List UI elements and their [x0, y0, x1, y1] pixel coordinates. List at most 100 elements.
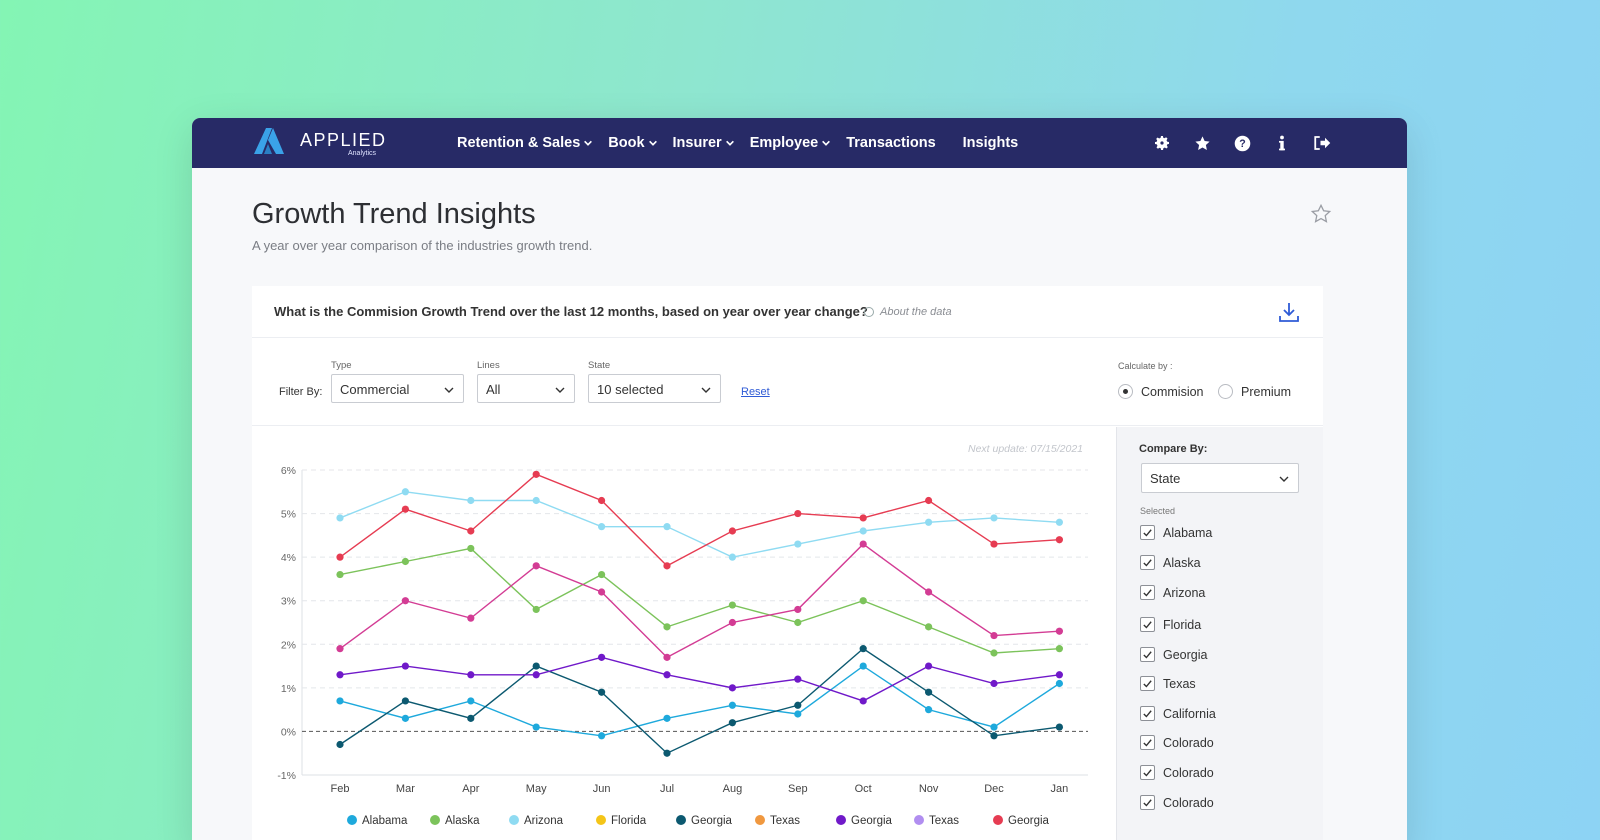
checkbox-item[interactable]: Florida — [1140, 617, 1201, 632]
data-point — [336, 740, 344, 749]
line-chart: 6% 5% 4% 3% 2% 1% 0% -1% Feb Mar Apr May Jun Jul Aug Se… — [277, 465, 1088, 827]
checkbox-checked-icon — [1140, 555, 1155, 570]
type-value: Commercial — [340, 382, 410, 397]
y-tick-label: 3% — [281, 596, 296, 608]
info-icon[interactable] — [1272, 133, 1292, 153]
x-tick-label: Jul — [660, 783, 674, 795]
nav-item-retention-sales[interactable]: Retention & Sales — [457, 135, 593, 151]
nav-item-insights[interactable]: Insights — [963, 135, 1019, 151]
nav-menu: Retention & Sales Book Insurer Employee Tran… — [457, 118, 1045, 168]
state-select[interactable]: 10 selected — [588, 374, 721, 403]
nav-item-book[interactable]: Book — [608, 135, 657, 151]
data-point — [794, 675, 802, 683]
data-point — [336, 671, 344, 679]
insight-card: What is the Commision Growth Trend over … — [252, 286, 1323, 840]
chevron-down-icon — [701, 387, 711, 393]
star-icon[interactable] — [1192, 133, 1212, 153]
legend-label: Georgia — [1008, 815, 1050, 827]
radio-premium[interactable]: Premium — [1218, 384, 1291, 399]
checkbox-item[interactable]: Colorado — [1140, 795, 1214, 810]
lines-select[interactable]: All — [477, 374, 575, 403]
data-point — [859, 527, 867, 535]
type-select[interactable]: Commercial — [331, 374, 464, 403]
data-point — [401, 557, 409, 566]
data-point — [859, 540, 867, 548]
data-point — [728, 701, 736, 709]
data-point — [1055, 627, 1063, 635]
checkbox-item[interactable]: Texas — [1140, 676, 1196, 691]
checkbox-item[interactable]: Alaska — [1140, 555, 1201, 570]
data-point — [467, 697, 475, 705]
data-point — [990, 514, 998, 522]
brand-logo[interactable]: APPLIED Analytics — [254, 126, 394, 160]
lines-label: Lines — [477, 360, 500, 371]
favorite-star-icon[interactable] — [1310, 203, 1332, 225]
series-line — [339, 491, 1060, 558]
nav-item-label: Transactions — [846, 135, 936, 151]
x-tick-label: Jun — [593, 783, 611, 795]
data-point — [401, 597, 409, 605]
checkbox-item[interactable]: Colorado — [1140, 735, 1214, 750]
page-subtitle: A year over year comparison of the indus… — [252, 238, 593, 253]
data-point — [925, 662, 933, 670]
nav-item-insurer[interactable]: Insurer — [673, 135, 735, 151]
chevron-down-icon — [444, 387, 454, 393]
legend-swatch — [993, 815, 1003, 825]
data-point — [532, 562, 540, 570]
data-point — [859, 597, 867, 605]
checkbox-item[interactable]: Colorado — [1140, 765, 1214, 780]
series-line — [339, 656, 1060, 702]
checkbox-item[interactable]: California — [1140, 706, 1216, 721]
data-point — [728, 527, 736, 535]
x-tick-label: Aug — [723, 783, 743, 795]
x-tick-label: Apr — [462, 783, 479, 795]
radio-commision[interactable]: Commision — [1118, 384, 1204, 399]
gear-icon[interactable] — [1152, 133, 1172, 153]
checkbox-item[interactable]: Georgia — [1140, 647, 1207, 662]
reset-link[interactable]: Reset — [741, 386, 770, 398]
logout-icon[interactable] — [1312, 133, 1332, 153]
data-point — [532, 671, 540, 679]
legend-label: Georgia — [851, 815, 893, 827]
nav-item-label: Employee — [749, 135, 819, 151]
state-value: 10 selected — [597, 382, 664, 397]
data-point — [990, 540, 998, 548]
data-point — [467, 527, 475, 535]
chevron-down-icon — [648, 140, 657, 146]
data-point — [401, 697, 409, 705]
data-point — [663, 671, 671, 679]
y-tick-label: 5% — [281, 509, 296, 521]
data-point — [1055, 536, 1063, 544]
state-label: State — [588, 360, 611, 371]
data-point — [1055, 645, 1063, 653]
filter-row: Filter By: Type Commercial Lines All Sta… — [252, 338, 1323, 426]
data-point — [467, 671, 475, 679]
data-point — [532, 496, 540, 505]
nav-icons: ? — [1152, 118, 1352, 168]
nav-item-employee[interactable]: Employee — [750, 135, 832, 151]
legend-swatch — [509, 815, 519, 825]
checkbox-label: Texas — [1163, 676, 1196, 691]
chevron-down-icon — [725, 140, 734, 146]
data-point — [990, 723, 998, 731]
data-point — [859, 662, 867, 670]
x-tick-label: Dec — [984, 783, 1004, 795]
legend-swatch — [676, 815, 686, 825]
data-point — [336, 570, 344, 579]
checkbox-item[interactable]: Alabama — [1140, 525, 1212, 540]
data-point — [467, 614, 475, 622]
checkbox-item[interactable]: Arizona — [1140, 585, 1205, 600]
nav-item-transactions[interactable]: Transactions — [846, 135, 935, 151]
compare-select[interactable]: State — [1141, 463, 1299, 493]
data-point — [794, 701, 802, 709]
chart-area: Next update: 07/15/2021 6% 5% 4% 3% 2% 1% 0% -1… — [252, 427, 1116, 840]
checkbox-checked-icon — [1140, 525, 1155, 540]
about-data-link[interactable]: About the data — [864, 306, 952, 318]
data-point — [532, 662, 540, 670]
help-icon[interactable]: ? — [1232, 133, 1252, 153]
info-circle-icon — [864, 307, 874, 317]
download-icon[interactable] — [1277, 300, 1301, 324]
checkbox-label: Colorado — [1163, 795, 1214, 810]
data-point — [598, 496, 606, 505]
y-tick-label: 4% — [281, 552, 296, 564]
